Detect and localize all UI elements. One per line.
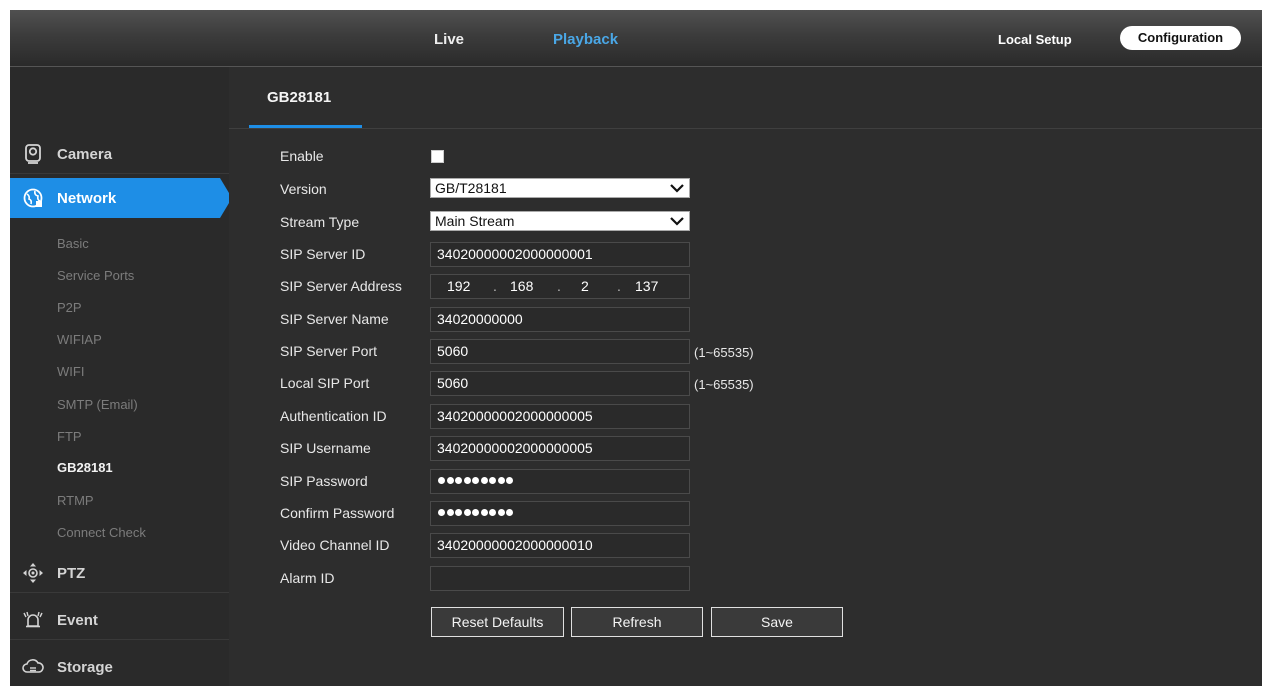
sidebar-item-gb28181[interactable]: GB28181 (57, 460, 113, 475)
password-mask (438, 477, 515, 487)
tab-gb28181[interactable]: GB28181 (267, 89, 331, 106)
sidebar-section-network[interactable]: Network (10, 178, 232, 218)
sidebar-item-ftp[interactable]: FTP (57, 429, 82, 444)
sip-username-label: SIP Username (280, 440, 371, 456)
password-mask (438, 509, 515, 519)
sidebar-item-connect-check[interactable]: Connect Check (57, 525, 146, 540)
alarm-id-label: Alarm ID (280, 570, 335, 586)
ip-separator: . (557, 278, 561, 294)
sidebar-item-wifi[interactable]: WIFI (57, 364, 84, 379)
sidebar-item-p2p[interactable]: P2P (57, 300, 82, 315)
sidebar-item-service-ports[interactable]: Service Ports (57, 268, 134, 283)
nav-playback[interactable]: Playback (553, 31, 618, 48)
sip-server-id-label: SIP Server ID (280, 246, 366, 262)
stream-type-label: Stream Type (280, 214, 360, 230)
refresh-button[interactable]: Refresh (571, 607, 703, 637)
sip-password-input[interactable] (430, 469, 690, 494)
sidebar-item-basic[interactable]: Basic (57, 236, 89, 251)
ip-octet-4[interactable]: 137 (635, 275, 658, 298)
sidebar-item-wifiap[interactable]: WIFIAP (57, 332, 102, 347)
sidebar-section-label: Network (57, 190, 117, 207)
video-channel-id-input[interactable]: 34020000002000000010 (430, 533, 690, 558)
sidebar-section-label: Storage (57, 659, 113, 676)
version-select[interactable]: GB/T28181 (430, 178, 690, 198)
tab-bar: GB28181 (229, 67, 1262, 129)
sip-server-port-hint: (1~65535) (694, 345, 754, 360)
local-sip-port-hint: (1~65535) (694, 377, 754, 392)
sidebar-section-label: PTZ (57, 565, 86, 582)
video-channel-id-label: Video Channel ID (280, 537, 390, 553)
nav-configuration[interactable]: Configuration (1120, 26, 1241, 50)
confirm-password-input[interactable] (430, 501, 690, 526)
auth-id-input[interactable]: 34020000002000000005 (430, 404, 690, 429)
stream-type-select[interactable]: Main Stream (430, 211, 690, 231)
ip-octet-3[interactable]: 2 (581, 275, 589, 298)
sip-server-address-input[interactable]: 192 . 168 . 2 . 137 (430, 274, 690, 299)
sip-password-label: SIP Password (280, 473, 368, 489)
camera-icon (25, 144, 41, 164)
top-nav-bar: Live Playback Local Setup Configuration (10, 10, 1262, 67)
sip-server-name-input[interactable]: 34020000000 (430, 307, 690, 332)
sidebar-item-rtmp[interactable]: RTMP (57, 493, 94, 508)
tab-active-indicator (249, 125, 362, 128)
alarm-icon (23, 611, 43, 628)
sip-server-port-label: SIP Server Port (280, 343, 378, 359)
sip-server-address-label: SIP Server Address (280, 278, 402, 294)
ptz-arrows-icon (23, 563, 43, 583)
local-sip-port-input[interactable]: 5060 (430, 371, 690, 396)
local-sip-port-label: Local SIP Port (280, 375, 370, 391)
chevron-down-icon (670, 217, 684, 226)
sidebar-item-smtp-email[interactable]: SMTP (Email) (57, 397, 138, 412)
version-value: GB/T28181 (435, 180, 507, 196)
sip-server-id-input[interactable]: 34020000002000000001 (430, 242, 690, 267)
save-button[interactable]: Save (711, 607, 843, 637)
sidebar: Camera Network Basic Service Ports P2P W… (10, 67, 232, 686)
sidebar-section-camera[interactable]: Camera (10, 134, 229, 174)
enable-label: Enable (280, 148, 324, 164)
sip-server-port-input[interactable]: 5060 (430, 339, 690, 364)
version-label: Version (280, 181, 327, 197)
nav-local-setup[interactable]: Local Setup (998, 32, 1072, 47)
sip-server-name-label: SIP Server Name (280, 311, 389, 327)
sidebar-section-label: Event (57, 612, 98, 629)
confirm-password-label: Confirm Password (280, 505, 395, 521)
cloud-storage-icon (22, 659, 44, 673)
chevron-down-icon (670, 184, 684, 193)
ip-octet-2[interactable]: 168 (510, 275, 533, 298)
sidebar-section-event[interactable]: Event (10, 600, 229, 640)
enable-checkbox[interactable] (431, 150, 444, 163)
ip-octet-1[interactable]: 192 (447, 275, 470, 298)
sidebar-section-ptz[interactable]: PTZ (10, 553, 229, 593)
ip-separator: . (493, 278, 497, 294)
sidebar-section-storage[interactable]: Storage (10, 647, 229, 686)
nav-live[interactable]: Live (434, 31, 464, 48)
alarm-id-input[interactable] (430, 566, 690, 591)
reset-defaults-button[interactable]: Reset Defaults (431, 607, 564, 637)
network-globe-icon (23, 188, 43, 208)
auth-id-label: Authentication ID (280, 408, 387, 424)
sip-username-input[interactable]: 34020000002000000005 (430, 436, 690, 461)
main-panel: GB28181 Enable Version GB/T28181 Stream … (229, 67, 1262, 686)
sidebar-section-label: Camera (57, 146, 113, 163)
stream-type-value: Main Stream (435, 213, 515, 229)
ip-separator: . (617, 278, 621, 294)
